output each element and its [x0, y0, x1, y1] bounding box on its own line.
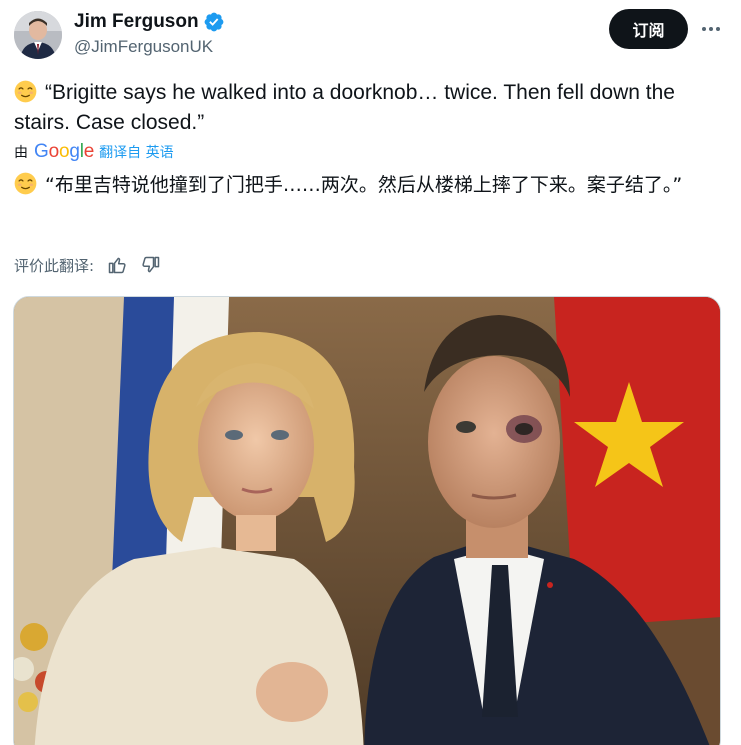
display-name[interactable]: Jim Ferguson — [74, 11, 199, 33]
verified-badge-icon[interactable] — [203, 11, 225, 33]
rate-translation-label: 评价此翻译: — [14, 256, 95, 275]
translated-text: “布里吉特说他撞到了门把手……两次。然后从楼梯上摔了下来。案子结了。” — [14, 170, 726, 200]
tweet-body: “Brigitte says he walked into a doorknob… — [14, 81, 675, 134]
translated-by-label: 由 — [14, 145, 28, 161]
tweet-text: “Brigitte says he walked into a doorknob… — [14, 78, 726, 138]
relieved-face-emoji — [14, 80, 37, 103]
rate-translation-row: 评价此翻译: — [14, 252, 162, 278]
translated-from-link[interactable]: 翻译自 英语 — [99, 142, 173, 162]
avatar[interactable] — [14, 11, 62, 59]
tweet-header: Jim Ferguson @JimFergusonUK 订阅 — [0, 0, 741, 70]
thumbs-down-icon[interactable] — [140, 254, 162, 276]
translated-by-row: 由 Google 翻译自 英语 — [14, 141, 174, 163]
tweet-media-image[interactable] — [13, 296, 721, 745]
thumbs-up-icon[interactable] — [106, 254, 128, 276]
subscribe-button[interactable]: 订阅 — [609, 9, 688, 49]
user-handle[interactable]: @JimFergusonUK — [74, 37, 225, 57]
relieved-face-emoji — [14, 172, 37, 195]
photo-illustration — [14, 297, 720, 745]
more-options-icon[interactable] — [697, 18, 725, 40]
author-names: Jim Ferguson @JimFergusonUK — [74, 10, 225, 57]
avatar-photo — [14, 11, 62, 59]
google-logo: Google — [34, 141, 95, 162]
translated-body: “布里吉特说他撞到了门把手……两次。然后从楼梯上摔了下来。案子结了。” — [45, 174, 683, 196]
